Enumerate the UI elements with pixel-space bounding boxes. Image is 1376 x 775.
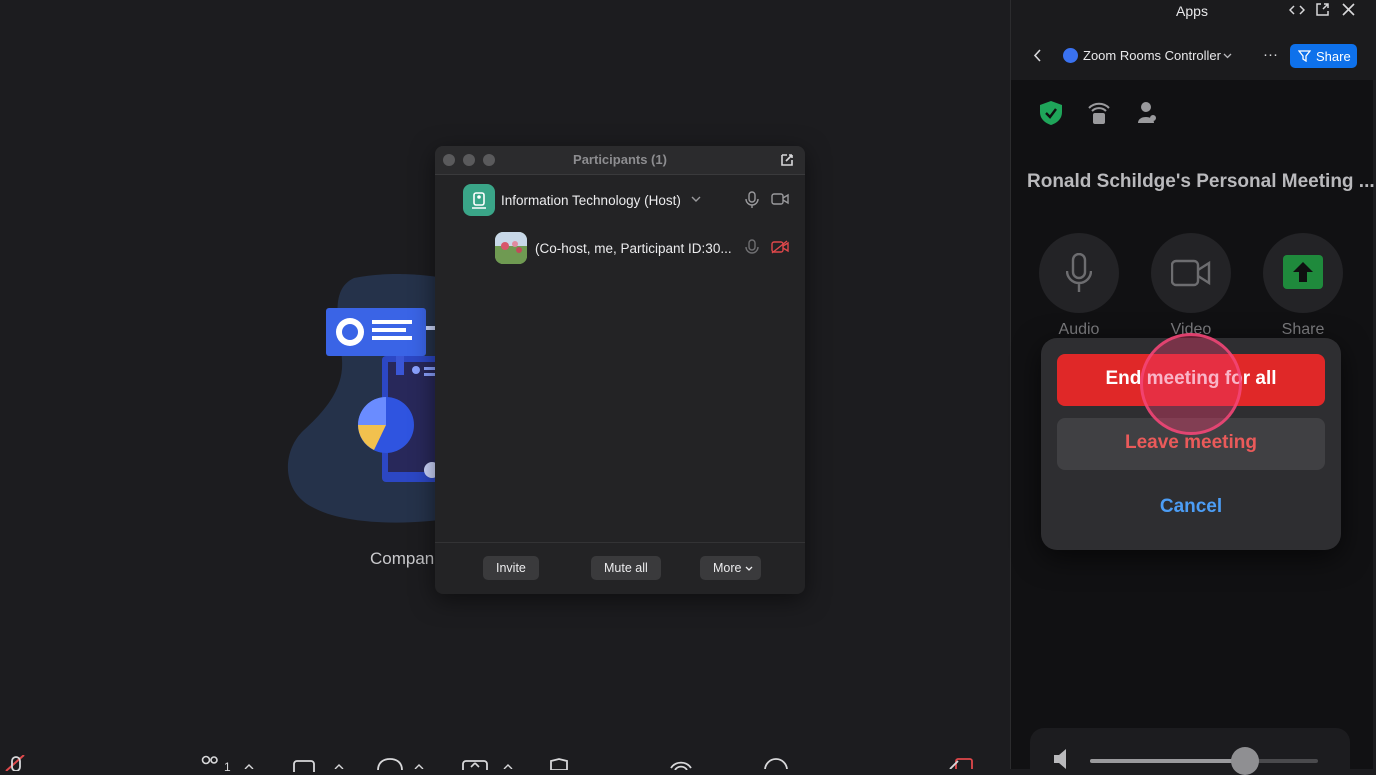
companion-label: Compani [370, 549, 439, 568]
microphone-muted-icon[interactable] [745, 239, 759, 257]
volume-slider-handle[interactable] [1231, 747, 1260, 775]
video-camera-icon [1171, 259, 1211, 287]
more-button[interactable]: More [700, 556, 762, 580]
video-camera-icon[interactable] [771, 193, 789, 205]
participant-row-cohost[interactable]: (Co-host, me, Participant ID:30... [435, 230, 805, 264]
participants-window: Participants (1) Information Technology … [435, 146, 805, 594]
more-options-icon[interactable]: ··· [1263, 46, 1278, 63]
participant-name: Information Technology (Host) [501, 193, 681, 208]
wifi-signal-icon [1087, 99, 1111, 125]
broadcast-icon[interactable] [669, 758, 693, 770]
audio-button[interactable] [1039, 233, 1119, 313]
chat-icon[interactable] [376, 758, 404, 770]
share-screen-button[interactable] [1263, 233, 1343, 313]
participants-count: 1 [224, 760, 231, 774]
participant-row-host[interactable]: Information Technology (Host) [435, 182, 805, 216]
leave-apps-icon[interactable] [948, 757, 976, 769]
participants-icon[interactable] [200, 755, 220, 769]
popout-icon[interactable] [779, 152, 795, 168]
chevron-down-icon[interactable] [691, 196, 701, 202]
chevron-down-icon[interactable] [1223, 53, 1232, 59]
chevron-up-icon[interactable] [414, 764, 424, 769]
audio-label: Audio [1058, 321, 1100, 338]
participants-footer: Invite Mute all More [435, 542, 805, 594]
reactions-icon[interactable] [763, 757, 789, 769]
click-indicator [1140, 333, 1242, 435]
close-icon[interactable] [1342, 3, 1355, 16]
cancel-label: Cancel [1159, 496, 1223, 517]
share-app-label: Share [1316, 49, 1351, 64]
app-name[interactable]: Zoom Rooms Controller [1083, 48, 1221, 63]
share-screen-icon [1283, 255, 1323, 289]
back-chevron-icon[interactable] [1033, 49, 1041, 62]
participant-avatar [495, 232, 527, 264]
volume-fill [1090, 759, 1246, 763]
microphone-icon [1066, 253, 1092, 292]
cancel-button[interactable]: Cancel [1057, 484, 1325, 528]
mute-all-button[interactable]: Mute all [591, 556, 661, 580]
video-off-icon[interactable] [771, 240, 789, 254]
filter-share-icon [1298, 50, 1311, 62]
security-icon[interactable] [549, 758, 569, 770]
chevron-up-icon[interactable] [244, 764, 254, 769]
video-button[interactable] [1151, 233, 1231, 313]
chevron-down-icon [746, 566, 753, 571]
video-icon[interactable] [293, 760, 317, 772]
chevron-up-icon[interactable] [334, 764, 344, 769]
participants-title: Participants (1) [573, 152, 667, 167]
chevron-up-icon[interactable] [503, 764, 513, 769]
more-label: More [713, 561, 742, 575]
speaker-icon [1052, 748, 1072, 770]
participant-icon [1137, 101, 1157, 125]
zoom-app-logo-icon [1063, 48, 1078, 63]
volume-control [1030, 728, 1350, 775]
code-icon[interactable] [1289, 4, 1305, 16]
participants-titlebar: Participants (1) [435, 146, 805, 175]
share-app-button[interactable]: Share [1290, 44, 1357, 68]
meeting-title: Ronald Schildge's Personal Meeting ... [1027, 171, 1375, 192]
popout-icon[interactable] [1315, 2, 1330, 17]
share-label: Share [1281, 321, 1325, 338]
security-shield-icon [1039, 100, 1063, 126]
microphone-icon[interactable] [745, 191, 759, 209]
room-avatar-icon [463, 184, 495, 216]
leave-meeting-label: Leave meeting [1125, 432, 1257, 453]
apps-panel-header: Apps Zoom Rooms Controller ··· Share [1011, 0, 1373, 80]
companion-illustration [284, 270, 454, 530]
participant-name: (Co-host, me, Participant ID:30... [535, 241, 732, 256]
invite-button[interactable]: Invite [483, 556, 539, 580]
